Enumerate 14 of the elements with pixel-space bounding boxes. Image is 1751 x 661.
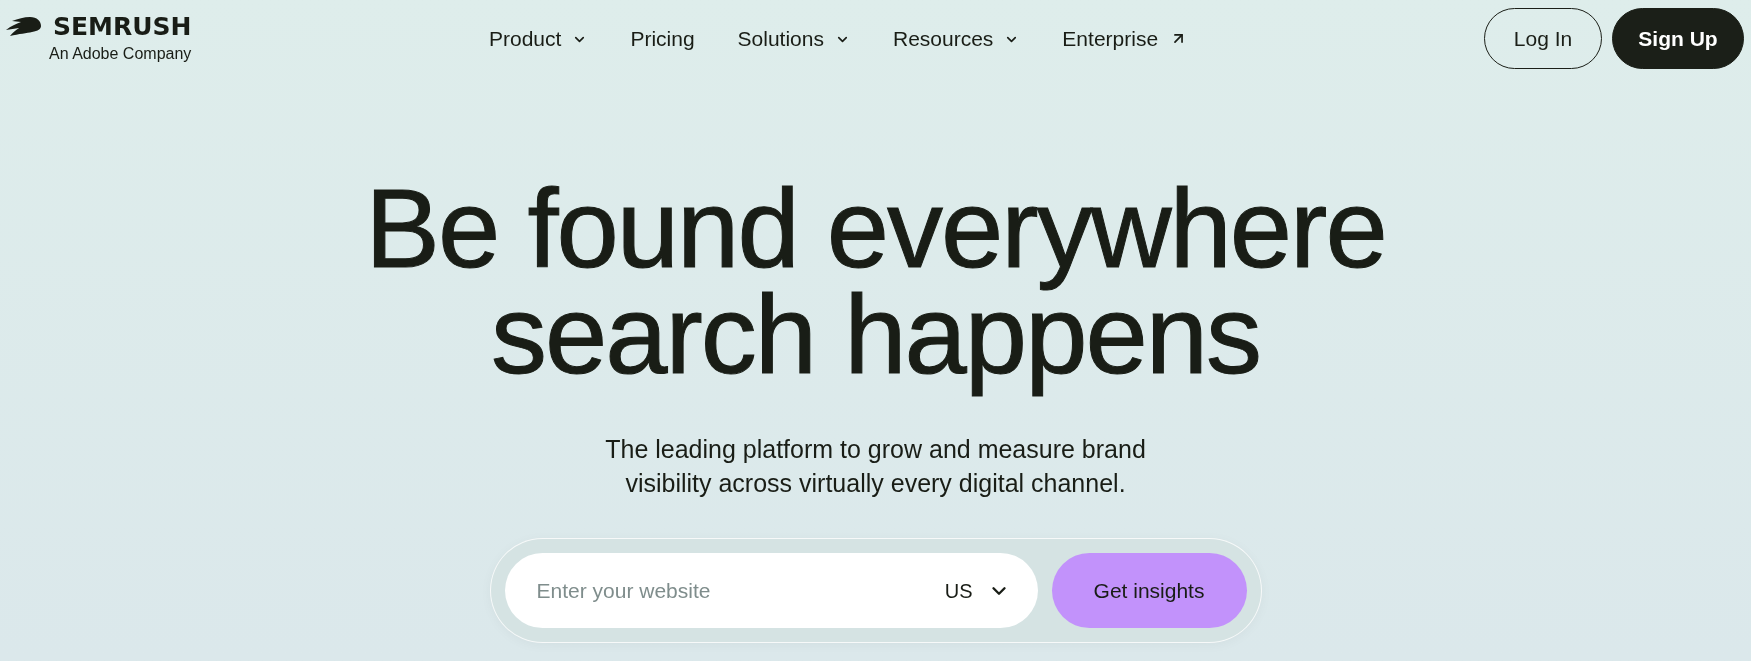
nav-link[interactable]: Resources — [892, 22, 1020, 55]
logo-tagline: An Adobe Company — [49, 43, 193, 64]
country-select[interactable]: US — [944, 575, 1010, 606]
logo-icon — [6, 16, 42, 37]
nav-link[interactable]: Solutions — [737, 22, 850, 55]
nav-link[interactable]: Enterprise — [1062, 22, 1188, 55]
nav-link[interactable]: Pricing — [630, 22, 695, 55]
logo-wordmark: SEMRUSH — [53, 13, 192, 40]
website-input-field[interactable]: Enter your website US — [504, 553, 1038, 628]
sign-up-button[interactable]: Sign Up — [1612, 8, 1744, 69]
nav-link[interactable]: Product — [489, 22, 588, 55]
get-insights-button[interactable]: Get insights — [1051, 553, 1247, 628]
hero-subtitle: The leading platform to grow and measure brand visibility across virtually every digital channel. — [604, 434, 1147, 499]
hero-headline: Be found everywhere search happens — [364, 172, 1387, 399]
